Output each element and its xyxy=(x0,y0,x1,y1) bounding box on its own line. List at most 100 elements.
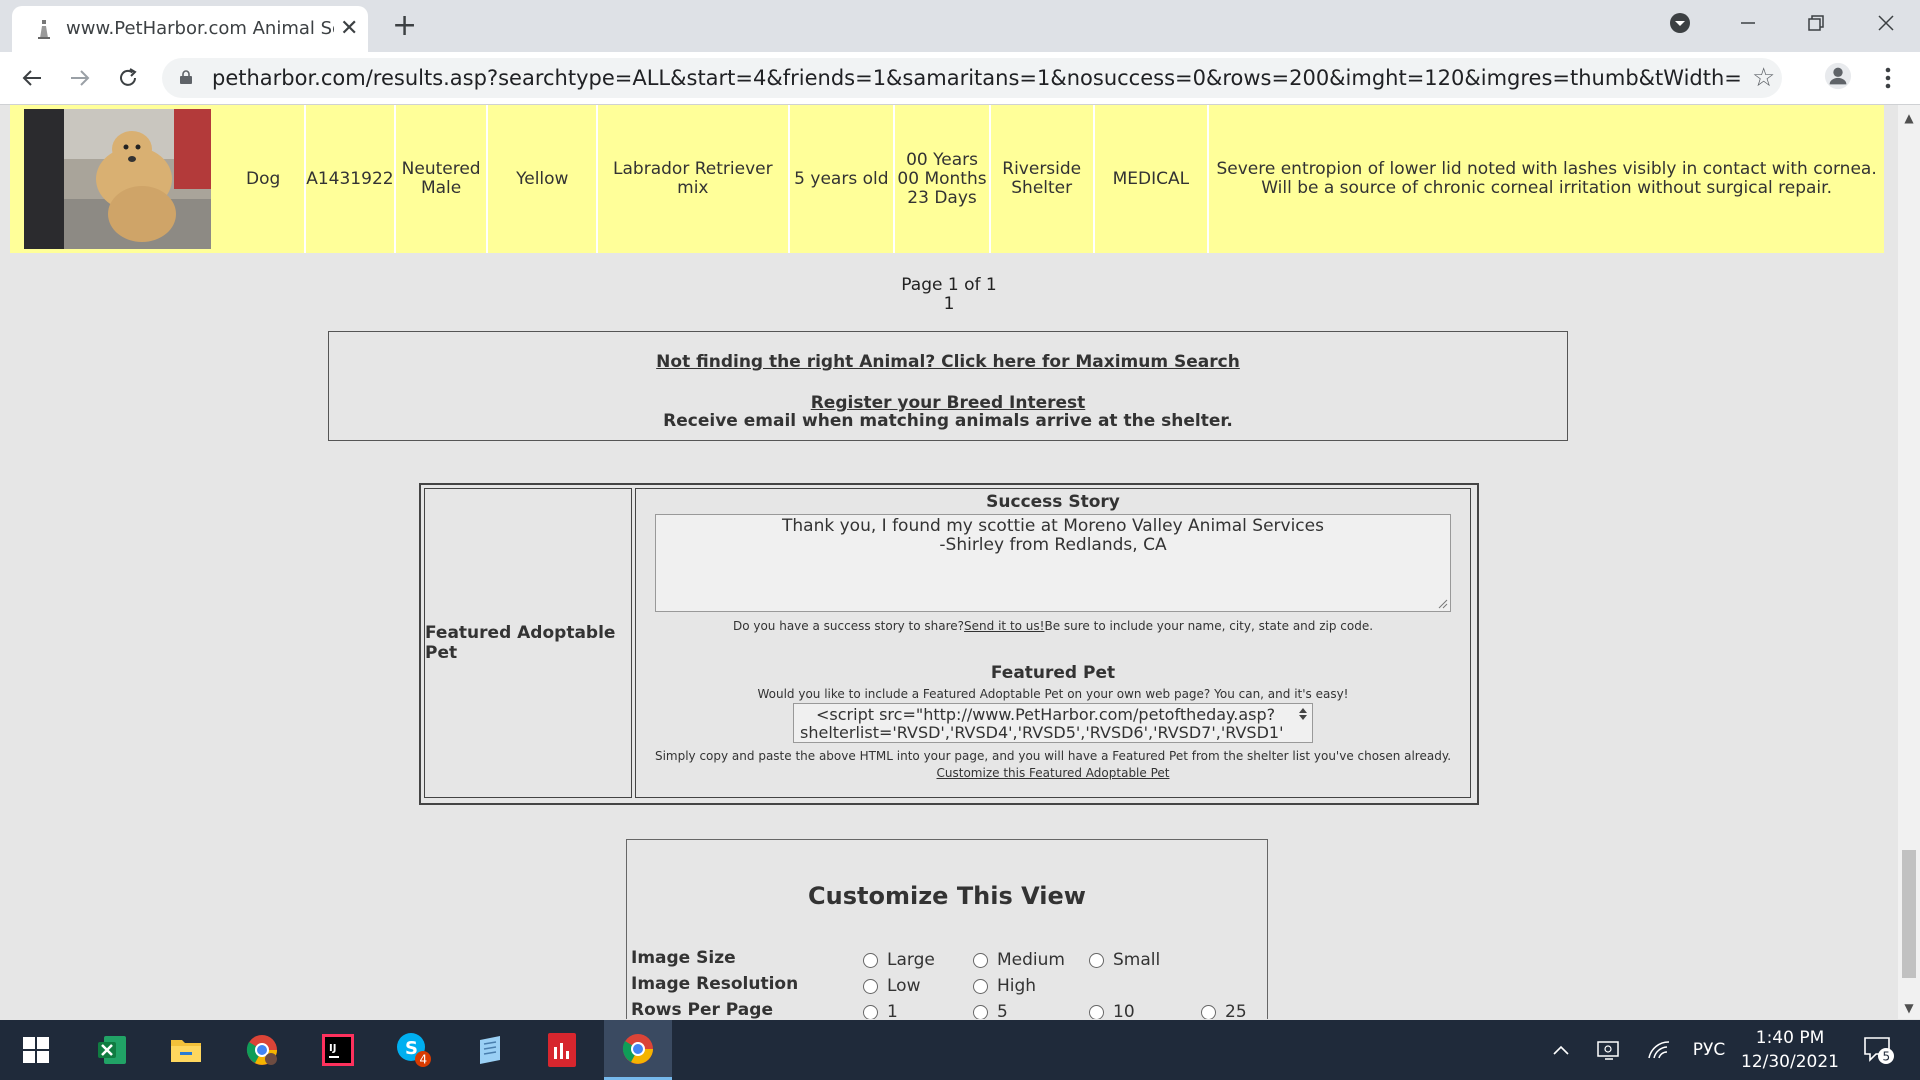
search-options-box: Not finding the right Animal? Click here… xyxy=(328,331,1568,441)
clock[interactable]: 1:40 PM 12/30/2021 xyxy=(1740,1020,1840,1080)
register-breed-link[interactable]: Register your Breed Interest xyxy=(811,393,1086,413)
radio-button[interactable] xyxy=(863,1004,878,1019)
pet-result-row[interactable]: Dog A1431922 Neutered Male Yellow Labrad… xyxy=(10,105,1885,253)
radio-label: 1 xyxy=(887,1002,898,1019)
intellij-icon[interactable]: IJ xyxy=(304,1020,372,1080)
success-story-textarea[interactable]: Thank you, I found my scottie at Moreno … xyxy=(655,514,1451,612)
rows-10-option[interactable]: 10 xyxy=(1089,1002,1135,1019)
excel-icon[interactable] xyxy=(78,1020,146,1080)
scroll-down-arrow-icon[interactable]: ▼ xyxy=(1903,1001,1915,1015)
featured-pet-heading: Featured Pet xyxy=(990,663,1116,683)
bookmark-star-icon[interactable]: ☆ xyxy=(1752,63,1775,93)
browser-tab[interactable]: www.PetHarbor.com Animal Search ✕ xyxy=(12,6,368,52)
radio-button[interactable] xyxy=(973,952,988,968)
back-arrow-icon[interactable] xyxy=(18,64,46,92)
success-story-heading: Success Story xyxy=(986,492,1120,512)
notepad-icon[interactable] xyxy=(456,1020,524,1080)
copy-paste-note: Simply copy and paste the above HTML int… xyxy=(654,749,1452,763)
resolution-high-option[interactable]: High xyxy=(973,976,1036,996)
radio-button[interactable] xyxy=(1089,1004,1104,1019)
customize-featured-pet-link[interactable]: Customize this Featured Adoptable Pet xyxy=(937,766,1170,780)
page-scrollbar[interactable]: ▲ ▼ xyxy=(1898,105,1920,1019)
rows-per-page-label: Rows Per Page xyxy=(631,1000,773,1019)
lock-icon[interactable] xyxy=(180,70,192,84)
tab-search-icon[interactable] xyxy=(1650,0,1710,46)
code-line-1: <script src="http://www.PetHarbor.com/pe… xyxy=(816,705,1276,724)
radio-button[interactable] xyxy=(973,978,988,994)
pet-description: Severe entropion of lower lid noted with… xyxy=(1209,105,1885,253)
customize-view-title: Customize This View xyxy=(808,882,1086,910)
resize-grip-icon[interactable] xyxy=(1438,599,1448,609)
chrome-profile-icon[interactable] xyxy=(228,1020,296,1080)
time-months: 00 Months xyxy=(897,168,987,189)
radio-button[interactable] xyxy=(1201,1004,1216,1019)
rows-25-option[interactable]: 25 xyxy=(1201,1002,1247,1019)
radio-button[interactable] xyxy=(1089,952,1104,968)
tab-title: www.PetHarbor.com Animal Search xyxy=(66,18,334,39)
windows-start-icon[interactable] xyxy=(2,1020,70,1080)
radio-label: Small xyxy=(1113,950,1161,970)
scroll-up-arrow-icon[interactable]: ▲ xyxy=(1903,111,1915,125)
pet-sex: Neutered Male xyxy=(395,105,489,253)
resolution-low-option[interactable]: Low xyxy=(863,976,920,996)
embed-code-textarea[interactable]: <script src="http://www.PetHarbor.com/pe… xyxy=(793,703,1313,743)
close-window-icon[interactable] xyxy=(1856,0,1916,46)
restore-icon[interactable] xyxy=(1786,0,1846,46)
browser-menu-icon[interactable] xyxy=(1874,64,1902,92)
url-text[interactable]: petharbor.com/results.asp?searchtype=ALL… xyxy=(212,66,1742,90)
pager-page-number[interactable]: 1 xyxy=(0,294,1898,314)
image-size-medium-option[interactable]: Medium xyxy=(973,950,1065,970)
time-years: 00 Years xyxy=(906,149,978,170)
browser-toolbar: petharbor.com/results.asp?searchtype=ALL… xyxy=(0,52,1920,105)
code-line-2: shelterlist='RVSD','RVSD4','RVSD5','RVSD… xyxy=(800,723,1284,742)
share-suffix: Be sure to include your name, city, stat… xyxy=(1044,619,1374,633)
register-note: Receive email when matching animals arri… xyxy=(663,411,1233,431)
pdf-reader-icon[interactable] xyxy=(528,1020,596,1080)
max-search-link[interactable]: Not finding the right Animal? Click here… xyxy=(656,352,1240,372)
forward-arrow-icon[interactable] xyxy=(66,64,94,92)
language-indicator[interactable]: РУС xyxy=(1686,1020,1732,1080)
image-resolution-row: Image Resolution Low High xyxy=(631,974,1261,996)
show-hidden-icons-icon[interactable] xyxy=(1546,1020,1576,1080)
pet-time-in-shelter: 00 Years 00 Months 23 Days xyxy=(895,105,991,253)
skype-icon[interactable]: S4 xyxy=(380,1020,448,1080)
image-size-small-option[interactable]: Small xyxy=(1089,950,1160,970)
network-display-icon[interactable] xyxy=(1594,1020,1624,1080)
pet-breed: Labrador Retriever mix xyxy=(598,105,790,253)
reload-icon[interactable] xyxy=(114,64,142,92)
radio-button[interactable] xyxy=(863,978,878,994)
story-line-2: -Shirley from Redlands, CA xyxy=(939,535,1167,555)
pet-status: MEDICAL xyxy=(1094,105,1210,253)
page-viewport: Dog A1431922 Neutered Male Yellow Labrad… xyxy=(0,105,1898,1019)
image-size-label: Image Size xyxy=(631,948,736,968)
pet-location: Riverside Shelter xyxy=(990,105,1095,253)
rows-5-option[interactable]: 5 xyxy=(973,1002,1008,1019)
radio-button[interactable] xyxy=(973,1004,988,1019)
clock-date: 12/30/2021 xyxy=(1741,1052,1839,1072)
skype-badge-count: 4 xyxy=(420,1053,428,1067)
pet-photo[interactable] xyxy=(24,109,211,249)
send-story-link[interactable]: Send it to us! xyxy=(964,619,1044,633)
profile-avatar-icon[interactable] xyxy=(1824,62,1852,90)
textarea-scroll-arrows-icon[interactable] xyxy=(1298,707,1308,721)
minimize-icon[interactable] xyxy=(1718,0,1778,46)
tab-close-icon[interactable]: ✕ xyxy=(340,16,358,41)
image-size-large-option[interactable]: Large xyxy=(863,950,935,970)
success-story-panel: Success Story Thank you, I found my scot… xyxy=(635,488,1471,798)
customize-view-panel: Customize This View Image Size Large Med… xyxy=(626,839,1268,1019)
time-days: 23 Days xyxy=(907,187,977,208)
share-prefix: Do you have a success story to share? xyxy=(732,619,965,633)
rows-1-option[interactable]: 1 xyxy=(863,1002,898,1019)
address-bar[interactable]: petharbor.com/results.asp?searchtype=ALL… xyxy=(162,58,1782,98)
chrome-icon[interactable] xyxy=(604,1020,672,1080)
wifi-icon[interactable] xyxy=(1644,1020,1674,1080)
new-tab-icon[interactable]: + xyxy=(392,8,417,43)
radio-label: 25 xyxy=(1225,1002,1247,1019)
notification-count: 5 xyxy=(1883,1050,1891,1064)
notifications-icon[interactable]: 5 xyxy=(1854,1020,1904,1080)
file-explorer-icon[interactable] xyxy=(152,1020,220,1080)
scrollbar-thumb[interactable] xyxy=(1902,850,1916,978)
location-line1: Riverside xyxy=(1002,159,1082,179)
radio-label: High xyxy=(997,976,1037,996)
radio-button[interactable] xyxy=(863,952,878,968)
